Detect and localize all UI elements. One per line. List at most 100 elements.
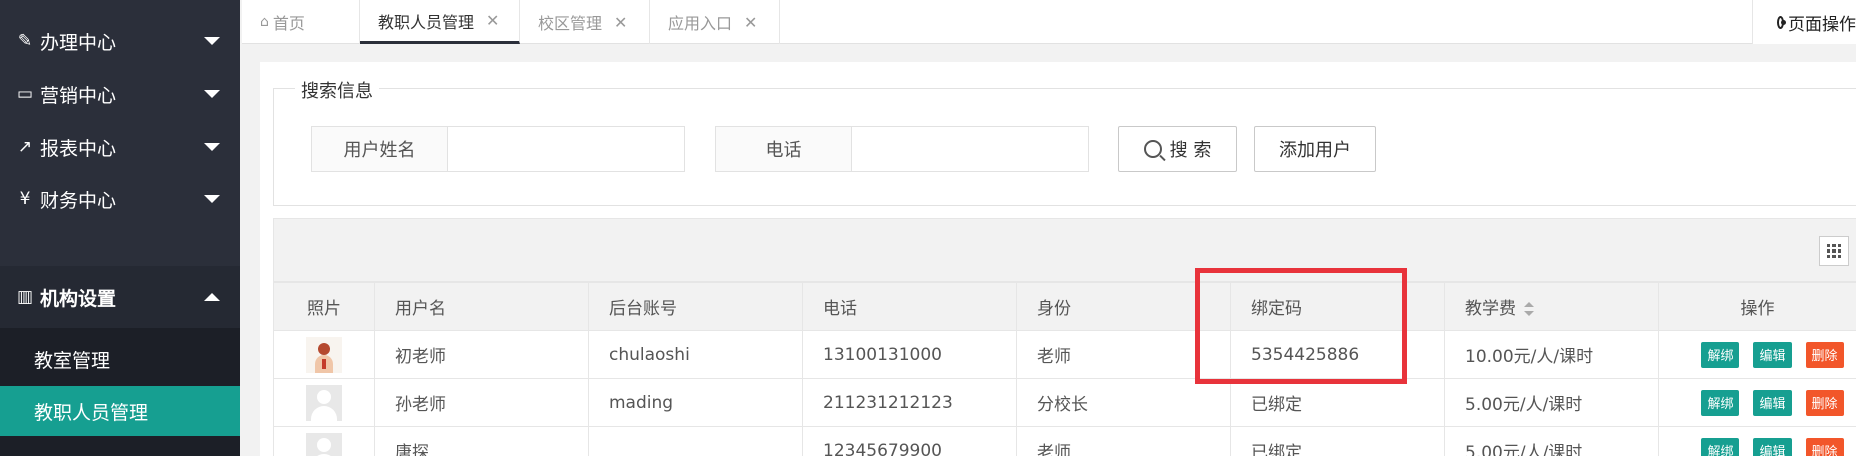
edit-button[interactable]: 编辑 (1753, 341, 1792, 368)
table-row: 孙老师 mading 211231212123 分校长 已绑定 5.00元/人/… (273, 378, 1856, 427)
phone-field: 电话 (715, 126, 1089, 172)
caret-down-icon (204, 143, 220, 151)
edit-button[interactable]: 编辑 (1753, 389, 1792, 416)
sort-icon[interactable] (1524, 302, 1534, 316)
phone-cell: 211231212123 (802, 378, 1017, 427)
table-row: 唐探 12345679900 老师 已绑定 5.00元/人/课时 解绑 编辑 删… (273, 426, 1856, 456)
delete-button[interactable]: 删除 (1805, 437, 1844, 456)
menu-label: 机构设置 (40, 287, 117, 310)
sidebar-item-staff[interactable]: 教职人员管理 (0, 386, 240, 436)
caret-down-icon (204, 195, 220, 203)
col-header-bindcode: 绑定码 (1230, 282, 1445, 331)
unbind-button[interactable]: 解绑 (1701, 389, 1740, 416)
tab-staff-management[interactable]: 教职人员管理 ✕ (360, 0, 520, 44)
close-icon[interactable]: ✕ (486, 11, 499, 30)
tab-label: 应用入口 (668, 14, 733, 33)
role-cell: 分校长 (1016, 378, 1231, 427)
fee-cell: 10.00元/人/课时 (1444, 330, 1659, 379)
close-icon[interactable]: ✕ (614, 13, 627, 32)
avatar (306, 336, 342, 373)
close-icon[interactable]: ✕ (744, 13, 757, 32)
fee-cell: 5.00元/人/课时 (1444, 426, 1659, 456)
page-operations-button[interactable]: 页面操作 (1752, 0, 1856, 44)
actions-cell: 解绑 编辑 删除 (1658, 378, 1856, 427)
sidebar-item-label: 教职人员管理 (34, 401, 149, 424)
col-header-actions: 操作 (1658, 282, 1856, 331)
edit-button[interactable]: 编辑 (1753, 437, 1792, 456)
fee-cell: 5.00元/人/课时 (1444, 378, 1659, 427)
target-icon (1777, 15, 1786, 29)
username-input[interactable] (448, 127, 684, 171)
delete-button[interactable]: 删除 (1805, 389, 1844, 416)
col-header-phone: 电话 (802, 282, 1017, 331)
username-cell: 初老师 (374, 330, 589, 379)
bank-icon: ▥ (16, 287, 34, 307)
add-user-label: 添加用户 (1279, 140, 1351, 161)
search-button-label: 搜 索 (1169, 140, 1212, 161)
add-user-button[interactable]: 添加用户 (1254, 126, 1376, 172)
tab-campus-management[interactable]: 校区管理 ✕ (520, 0, 650, 44)
page-operations-label: 页面操作 (1788, 14, 1856, 35)
unbind-button[interactable]: 解绑 (1701, 437, 1740, 456)
bindcode-cell: 已绑定 (1230, 378, 1445, 427)
col-header-fee[interactable]: 教学费 (1444, 282, 1659, 331)
caret-up-icon (204, 293, 220, 301)
delete-button[interactable]: 删除 (1805, 341, 1844, 368)
phone-cell: 13100131000 (802, 330, 1017, 379)
account-cell: mading (588, 378, 803, 427)
bindcode-cell: 5354425886 (1230, 330, 1445, 379)
menu-label: 财务中心 (40, 189, 117, 212)
avatar (306, 432, 342, 456)
table-row: 初老师 chulaoshi 13100131000 老师 5354425886 … (273, 330, 1856, 379)
sidebar-menu-finance-center[interactable]: ¥ 财务中心 (0, 168, 240, 230)
search-icon (1143, 140, 1162, 158)
col-header-role: 身份 (1016, 282, 1231, 331)
search-legend: 搜索信息 (295, 77, 379, 103)
grid-icon (1827, 244, 1841, 258)
photo-cell (273, 378, 375, 427)
role-cell: 老师 (1016, 330, 1231, 379)
tab-label: 首页 (272, 14, 305, 33)
staff-table: 照片 用户名 后台账号 电话 身份 绑定码 教学费 操作 初老师 chulaos… (273, 282, 1856, 456)
role-cell: 老师 (1016, 426, 1231, 456)
table-toolbar (273, 218, 1856, 282)
table-header-row: 照片 用户名 后台账号 电话 身份 绑定码 教学费 操作 (273, 282, 1856, 331)
avatar (306, 384, 342, 421)
tab-label: 教职人员管理 (378, 12, 475, 32)
username-cell: 唐探 (374, 426, 589, 456)
caret-down-icon (204, 90, 220, 98)
col-header-account: 后台账号 (588, 282, 803, 331)
sidebar: ✎ 办理中心 ▭ 营销中心 ↗ 报表中心 ¥ 财务中心 ▥ 机构设置 教室管理 … (0, 0, 240, 456)
menu-label: 办理中心 (40, 31, 117, 54)
menu-label: 营销中心 (40, 84, 117, 107)
phone-input[interactable] (852, 127, 1088, 171)
username-label: 用户姓名 (312, 127, 448, 171)
col-header-photo: 照片 (273, 282, 375, 331)
search-button[interactable]: 搜 索 (1118, 126, 1237, 172)
photo-cell (273, 330, 375, 379)
tab-home[interactable]: ⌂ 首页 (242, 0, 360, 44)
tab-bar: ⌂ 首页 教职人员管理 ✕ 校区管理 ✕ 应用入口 ✕ (242, 0, 1856, 44)
yen-icon: ¥ (19, 189, 31, 209)
sidebar-menu-org-settings[interactable]: ▥ 机构设置 (0, 266, 240, 328)
actions-cell: 解绑 编辑 删除 (1658, 330, 1856, 379)
phone-label: 电话 (716, 127, 852, 171)
column-toggle-button[interactable] (1819, 236, 1849, 266)
laptop-icon: ▭ (16, 84, 34, 104)
caret-down-icon (204, 37, 220, 45)
bindcode-cell: 已绑定 (1230, 426, 1445, 456)
sidebar-item-classroom[interactable]: 教室管理 (0, 334, 240, 384)
username-cell: 孙老师 (374, 378, 589, 427)
tab-label: 校区管理 (538, 14, 603, 33)
edit-icon: ✎ (17, 31, 33, 51)
phone-cell: 12345679900 (802, 426, 1017, 456)
home-icon: ⌂ (260, 14, 269, 30)
col-header-username: 用户名 (374, 282, 589, 331)
menu-label: 报表中心 (40, 137, 117, 160)
fee-header-label: 教学费 (1465, 299, 1516, 319)
sidebar-submenu: 教室管理 教职人员管理 (0, 328, 240, 456)
tab-app-entry[interactable]: 应用入口 ✕ (650, 0, 780, 44)
unbind-button[interactable]: 解绑 (1701, 341, 1740, 368)
account-cell (588, 426, 803, 456)
photo-cell (273, 426, 375, 456)
